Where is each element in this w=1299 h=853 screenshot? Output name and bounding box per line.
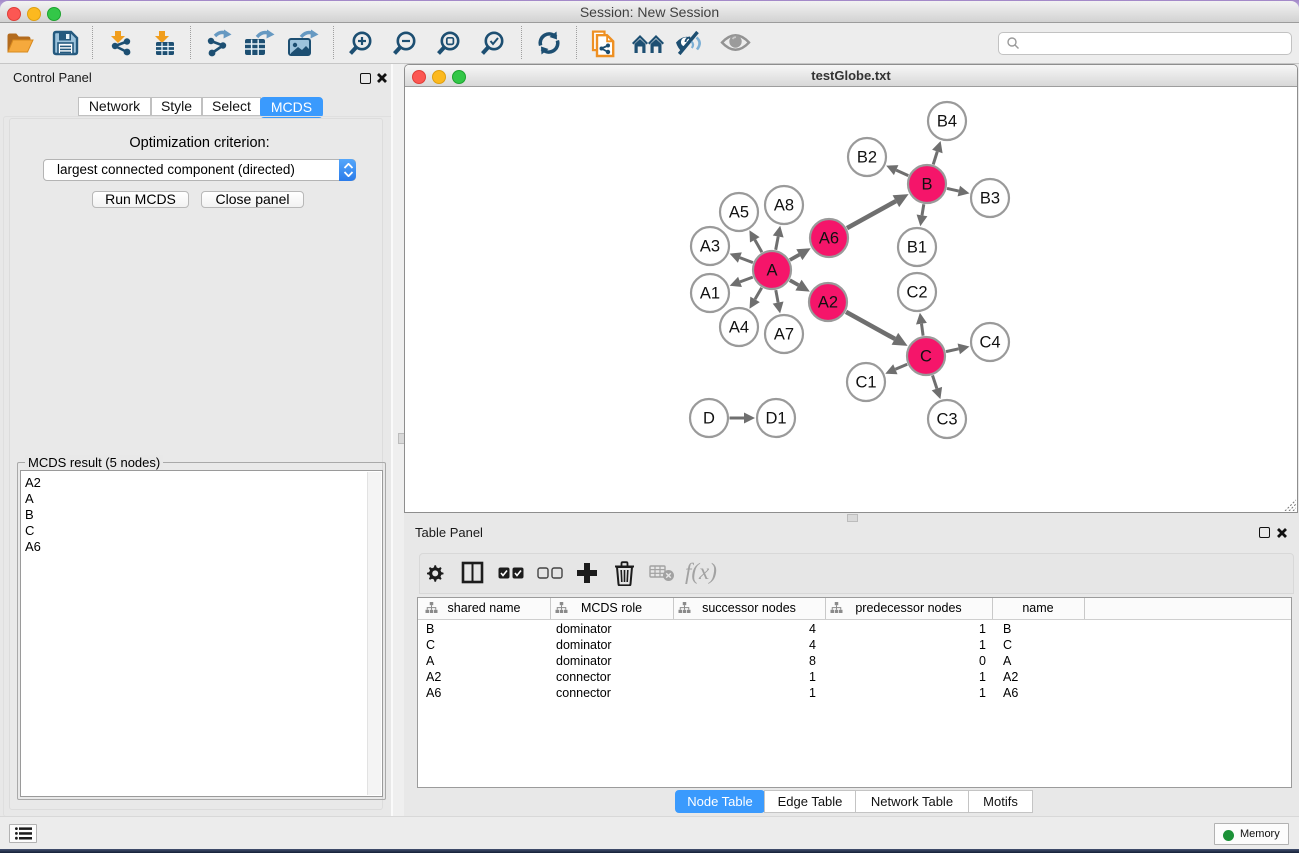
svg-text:A8: A8 [774,197,794,215]
svg-text:A: A [766,262,777,280]
svg-text:A4: A4 [729,319,749,337]
svg-text:C1: C1 [855,374,876,392]
svg-text:B3: B3 [980,190,1000,208]
svg-text:C3: C3 [936,411,957,429]
svg-text:A2: A2 [818,294,838,312]
svg-text:A6: A6 [819,230,839,248]
svg-text:D1: D1 [765,410,786,428]
svg-text:A3: A3 [700,238,720,256]
svg-text:C2: C2 [906,284,927,302]
svg-text:D: D [703,410,715,428]
svg-text:A5: A5 [729,204,749,222]
svg-text:A1: A1 [700,285,720,303]
svg-text:B4: B4 [937,113,957,131]
svg-text:A7: A7 [774,326,794,344]
svg-text:B1: B1 [907,239,927,257]
svg-text:B: B [921,176,932,194]
svg-text:C: C [920,348,932,366]
svg-text:C4: C4 [979,334,1000,352]
svg-text:B2: B2 [857,149,877,167]
